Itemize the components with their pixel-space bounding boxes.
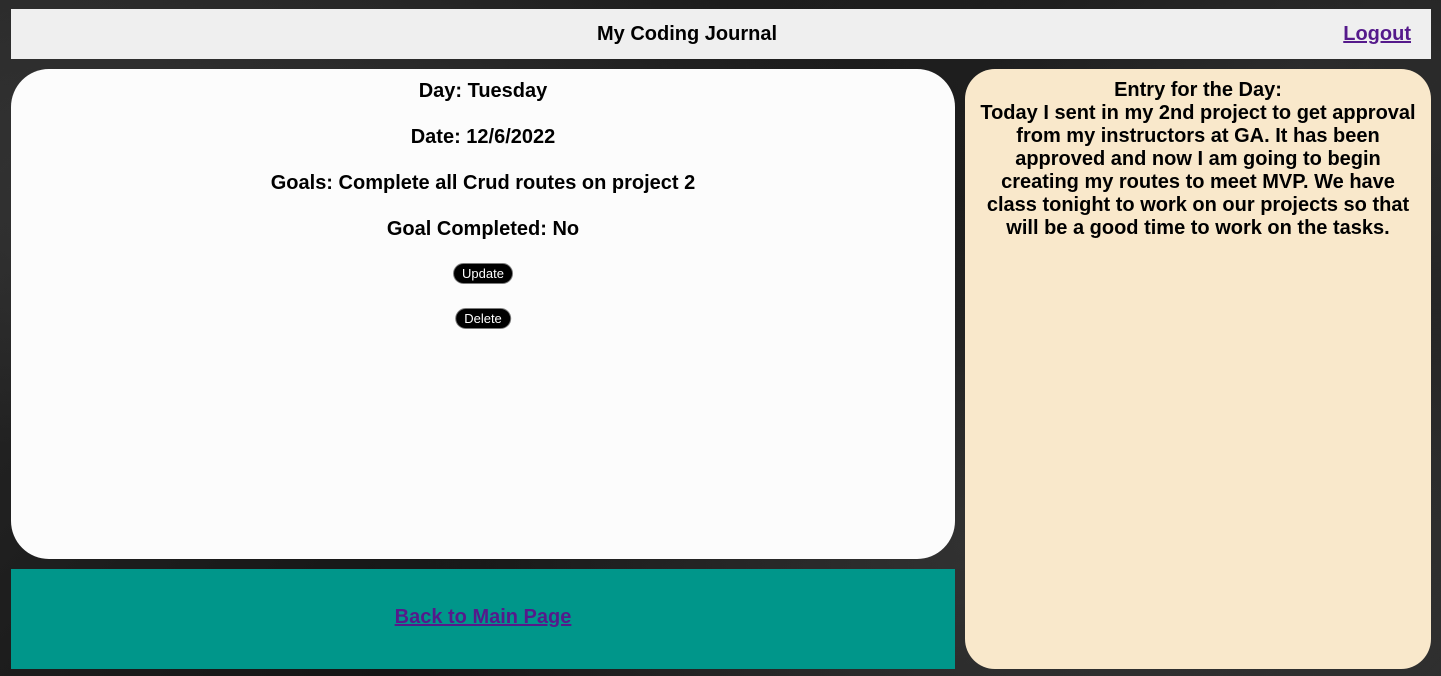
goals-text: Goals: Complete all Crud routes on proje… [270,172,696,194]
goal-completed-text: Goal Completed: No [386,218,580,240]
logout-link[interactable]: Logout [1343,9,1411,59]
app-title: My Coding Journal [597,23,777,45]
delete-button[interactable]: Delete [455,308,511,329]
top-nav-bar: My Coding Journal Logout [11,9,1431,59]
update-button[interactable]: Update [453,263,513,284]
entry-heading: Entry for the Day: [1114,79,1282,101]
entry-details-card: Day: Tuesday Date: 12/6/2022 Goals: Comp… [11,69,955,559]
back-to-main-link[interactable]: Back to Main Page [395,606,572,629]
date-text: Date: 12/6/2022 [410,126,556,148]
back-panel: Back to Main Page [11,569,955,669]
day-text: Day: Tuesday [418,80,548,102]
journal-entry-card: Entry for the Day: Today I sent in my 2n… [965,69,1431,669]
entry-text: Today I sent in my 2nd project to get ap… [980,102,1416,239]
